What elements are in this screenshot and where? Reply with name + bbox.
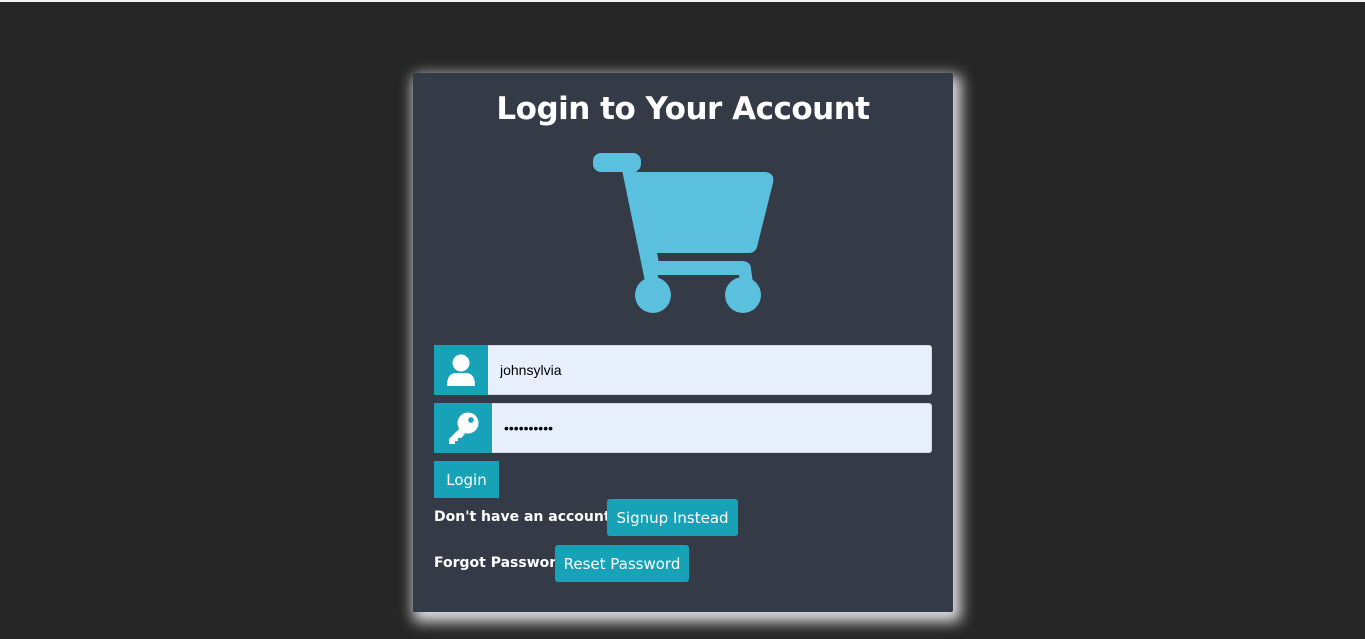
username-input[interactable]	[488, 345, 932, 395]
key-icon-addon	[434, 403, 492, 453]
password-group	[434, 403, 932, 453]
no-account-label: Don't have an account?	[434, 509, 619, 525]
signup-button[interactable]: Signup Instead	[607, 499, 738, 536]
top-border	[0, 0, 1365, 2]
shopping-cart-icon	[593, 153, 774, 313]
username-group	[434, 345, 932, 395]
user-icon-addon	[434, 345, 488, 395]
forgot-password-label: Forgot Password	[434, 555, 567, 571]
reset-password-button[interactable]: Reset Password	[555, 545, 689, 582]
login-card: Login to Your Account L	[413, 73, 953, 612]
password-input[interactable]	[492, 403, 932, 453]
page-title: Login to Your Account	[496, 91, 870, 127]
login-button[interactable]: Login	[434, 461, 499, 498]
key-icon	[449, 412, 479, 444]
user-icon	[447, 354, 475, 386]
